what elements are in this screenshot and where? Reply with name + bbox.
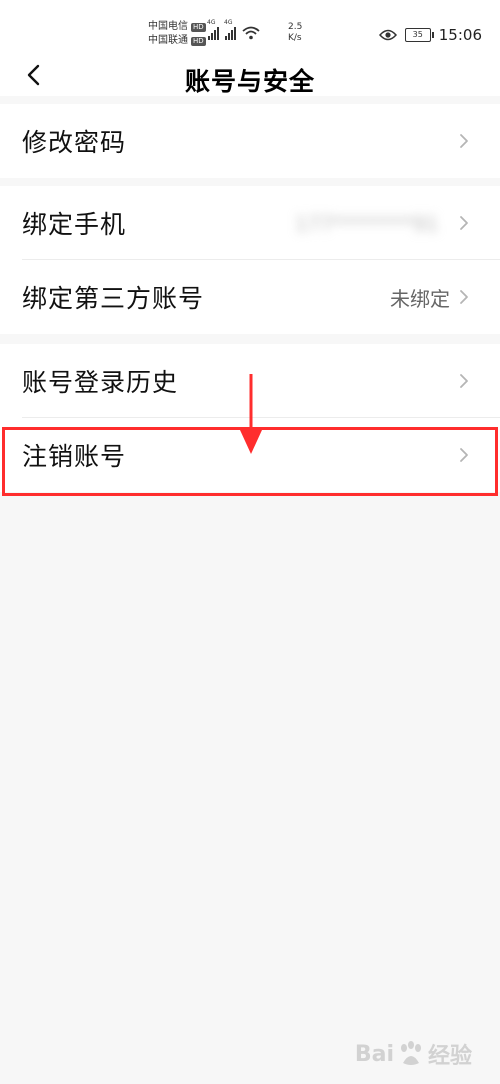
wifi-icon (242, 26, 260, 40)
settings-item-label: 修改密码 (22, 128, 127, 157)
settings-item-label: 账号登录历史 (22, 368, 179, 397)
watermark-text-left: Bai (354, 1041, 394, 1067)
phone-number-value: 177********91 (295, 212, 439, 236)
signal-indicators: 4G 4G (207, 19, 260, 40)
battery-icon: 35 (404, 28, 434, 42)
settings-item-bind-phone[interactable]: 绑定手机 177********91 (0, 186, 500, 260)
chevron-right-icon (460, 216, 468, 230)
page-title: 账号与安全 (184, 67, 315, 96)
hd-badge: HD (191, 22, 206, 32)
speed-value: 2.5 (288, 22, 303, 32)
chevron-right-icon (460, 134, 468, 148)
status-right: 35 15:06 (378, 26, 482, 44)
settings-section-password: 修改密码 (0, 104, 500, 178)
chevron-right-icon (460, 290, 468, 304)
speed-unit: K/s (288, 33, 302, 43)
settings-item-change-password[interactable]: 修改密码 (0, 104, 500, 178)
settings-item-label: 注销账号 (22, 442, 127, 471)
signal-icon: 4G (224, 19, 236, 40)
settings-item-label: 绑定第三方账号 (22, 284, 205, 313)
settings-item-label: 绑定手机 (22, 210, 127, 239)
network-type: 4G (207, 19, 216, 26)
settings-item-login-history[interactable]: 账号登录历史 (0, 344, 500, 418)
signal-icon: 4G (207, 19, 219, 40)
baidu-watermark: Bai 经验 (355, 1038, 472, 1070)
status-bar: 中国电信 HD 中国联通 HD 4G 4G 2.5 K/s 35 15:06 (0, 0, 500, 56)
network-type: 4G (224, 19, 233, 26)
settings-item-delete-account[interactable]: 注销账号 (0, 418, 500, 492)
settings-section-binding: 绑定手机 177********91 绑定第三方账号 未绑定 (0, 186, 500, 334)
paw-icon (400, 1041, 421, 1065)
binding-status-value: 未绑定 (390, 286, 450, 311)
nav-bar: 账号与安全 (0, 56, 500, 96)
hd-badge: HD (191, 36, 206, 46)
status-time: 15:06 (438, 26, 482, 44)
carrier-1-label: 中国电信 (148, 21, 188, 32)
settings-item-bind-third-party[interactable]: 绑定第三方账号 未绑定 (0, 260, 500, 334)
network-speed: 2.5 K/s (288, 22, 302, 44)
settings-section-account: 账号登录历史 注销账号 (0, 344, 500, 492)
chevron-right-icon (460, 448, 468, 462)
carrier-info: 中国电信 HD 中国联通 HD (148, 20, 206, 48)
watermark-text-right: 经验 (427, 1044, 472, 1069)
chevron-right-icon (460, 374, 468, 388)
carrier-2-label: 中国联通 (148, 35, 188, 46)
eye-icon (378, 29, 397, 41)
